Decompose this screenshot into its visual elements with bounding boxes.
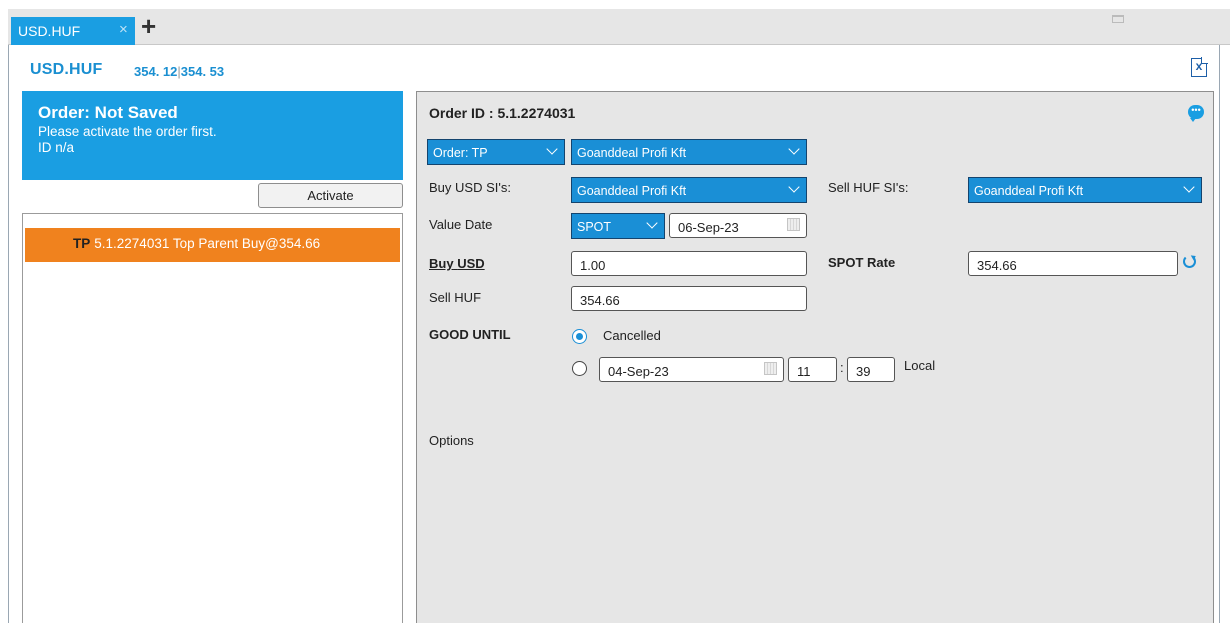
order-id-line: ID n/a <box>38 140 75 155</box>
timezone-label: Local <box>904 358 936 373</box>
frame-border-left <box>8 45 9 623</box>
buy-amount-value: 1.00 <box>580 258 606 273</box>
list-item[interactable]: TP 5.1.2274031 Top Parent Buy@354.66 <box>25 228 400 262</box>
calendar-icon[interactable] <box>764 362 777 375</box>
activate-button[interactable]: Activate <box>258 183 403 208</box>
sell-si-label: Sell HUF SI's: <box>828 180 909 195</box>
expiry-minute-value: 39 <box>856 364 871 379</box>
tab-bar: USD.HUF × + <box>8 9 1230 45</box>
buy-label-prefix: Buy <box>429 256 454 271</box>
instrument-header: USD.HUF 354. 12|354. 53 x <box>9 45 1219 85</box>
order-id-title: Order ID : 5.1.2274031 <box>429 105 576 121</box>
options-label: Options <box>429 433 474 448</box>
expiry-date-value: 04-Sep-23 <box>608 364 669 379</box>
spot-rate-label: SPOT Rate <box>828 255 896 270</box>
order-status-box: Order: Not Saved Please activate the ord… <box>22 91 403 180</box>
tenor-value: SPOT <box>577 220 612 234</box>
order-type-value: Order: TP <box>433 146 488 160</box>
buy-label-ccy: USD <box>457 256 485 271</box>
title-bar <box>0 0 1230 9</box>
calendar-icon[interactable] <box>787 218 800 231</box>
good-until-cancelled-radio[interactable] <box>572 329 587 344</box>
order-detail-panel: Order ID : 5.1.2274031 ••• Order: TP Goa… <box>416 91 1214 623</box>
sell-amount-value: 354.66 <box>580 293 620 308</box>
expiry-hour-field[interactable]: 11 <box>788 357 837 382</box>
sell-si-select[interactable]: Goanddeal Profi Kft <box>968 177 1202 203</box>
price-display: 354. 12|354. 53 <box>134 64 224 79</box>
chevron-down-icon <box>788 143 800 157</box>
time-separator: : <box>840 360 844 375</box>
buy-si-value: Goanddeal Profi Kft <box>577 184 687 198</box>
cancelled-label: Cancelled <box>603 328 661 343</box>
buy-si-select[interactable]: Goanddeal Profi Kft <box>571 177 807 203</box>
order-status-title: Order: Not Saved <box>38 103 178 122</box>
add-tab-button[interactable]: + <box>141 13 156 39</box>
order-summary: 5.1.2274031 Top Parent Buy@354.66 <box>94 236 321 251</box>
sell-amount-field[interactable]: 354.66 <box>571 286 807 311</box>
bid-price: 354. 12 <box>134 64 178 79</box>
buy-si-label: Buy USD SI's: <box>429 180 511 195</box>
frame-border-right <box>1219 45 1220 623</box>
spot-rate-field[interactable]: 354.66 <box>968 251 1178 276</box>
spot-rate-value: 354.66 <box>977 258 1017 273</box>
counterparty-value: Goanddeal Profi Kft <box>577 146 687 160</box>
refresh-icon[interactable] <box>1183 255 1196 268</box>
sell-amount-label: Sell HUF <box>429 290 482 305</box>
ask-price: 354. 53 <box>180 64 225 79</box>
close-icon[interactable]: × <box>119 21 128 38</box>
order-type-badge: TP <box>73 236 91 251</box>
excel-export-icon[interactable]: x <box>1191 57 1208 77</box>
buy-amount-field[interactable]: 1.00 <box>571 251 807 276</box>
chevron-down-icon <box>546 143 558 157</box>
comment-icon[interactable]: ••• <box>1188 105 1204 122</box>
order-type-select[interactable]: Order: TP <box>427 139 565 165</box>
order-status-message: Please activate the order first. <box>38 124 217 139</box>
value-date-value: 06-Sep-23 <box>678 220 739 235</box>
expiry-hour-value: 11 <box>797 364 811 379</box>
sell-si-value: Goanddeal Profi Kft <box>974 184 1084 198</box>
instrument-pair: USD.HUF <box>30 61 103 78</box>
expiry-minute-field[interactable]: 39 <box>847 357 895 382</box>
good-until-label: GOOD UNTIL <box>429 327 511 342</box>
chevron-down-icon <box>788 181 800 195</box>
buy-amount-label[interactable]: Buy USD <box>429 256 485 271</box>
tab-usd-huf[interactable]: USD.HUF × <box>11 17 135 45</box>
value-date-label: Value Date <box>429 217 493 232</box>
counterparty-select[interactable]: Goanddeal Profi Kft <box>571 139 807 165</box>
tenor-select[interactable]: SPOT <box>571 213 665 239</box>
expiry-date-field[interactable]: 04-Sep-23 <box>599 357 784 382</box>
tab-label: USD.HUF <box>18 23 81 39</box>
order-list: TP 5.1.2274031 Top Parent Buy@354.66 <box>22 213 403 623</box>
chevron-down-icon <box>1183 181 1195 195</box>
value-date-field[interactable]: 06-Sep-23 <box>669 213 807 238</box>
good-until-date-radio[interactable] <box>572 361 587 376</box>
chevron-down-icon <box>646 217 658 231</box>
window-restore-icon[interactable] <box>1112 15 1124 23</box>
